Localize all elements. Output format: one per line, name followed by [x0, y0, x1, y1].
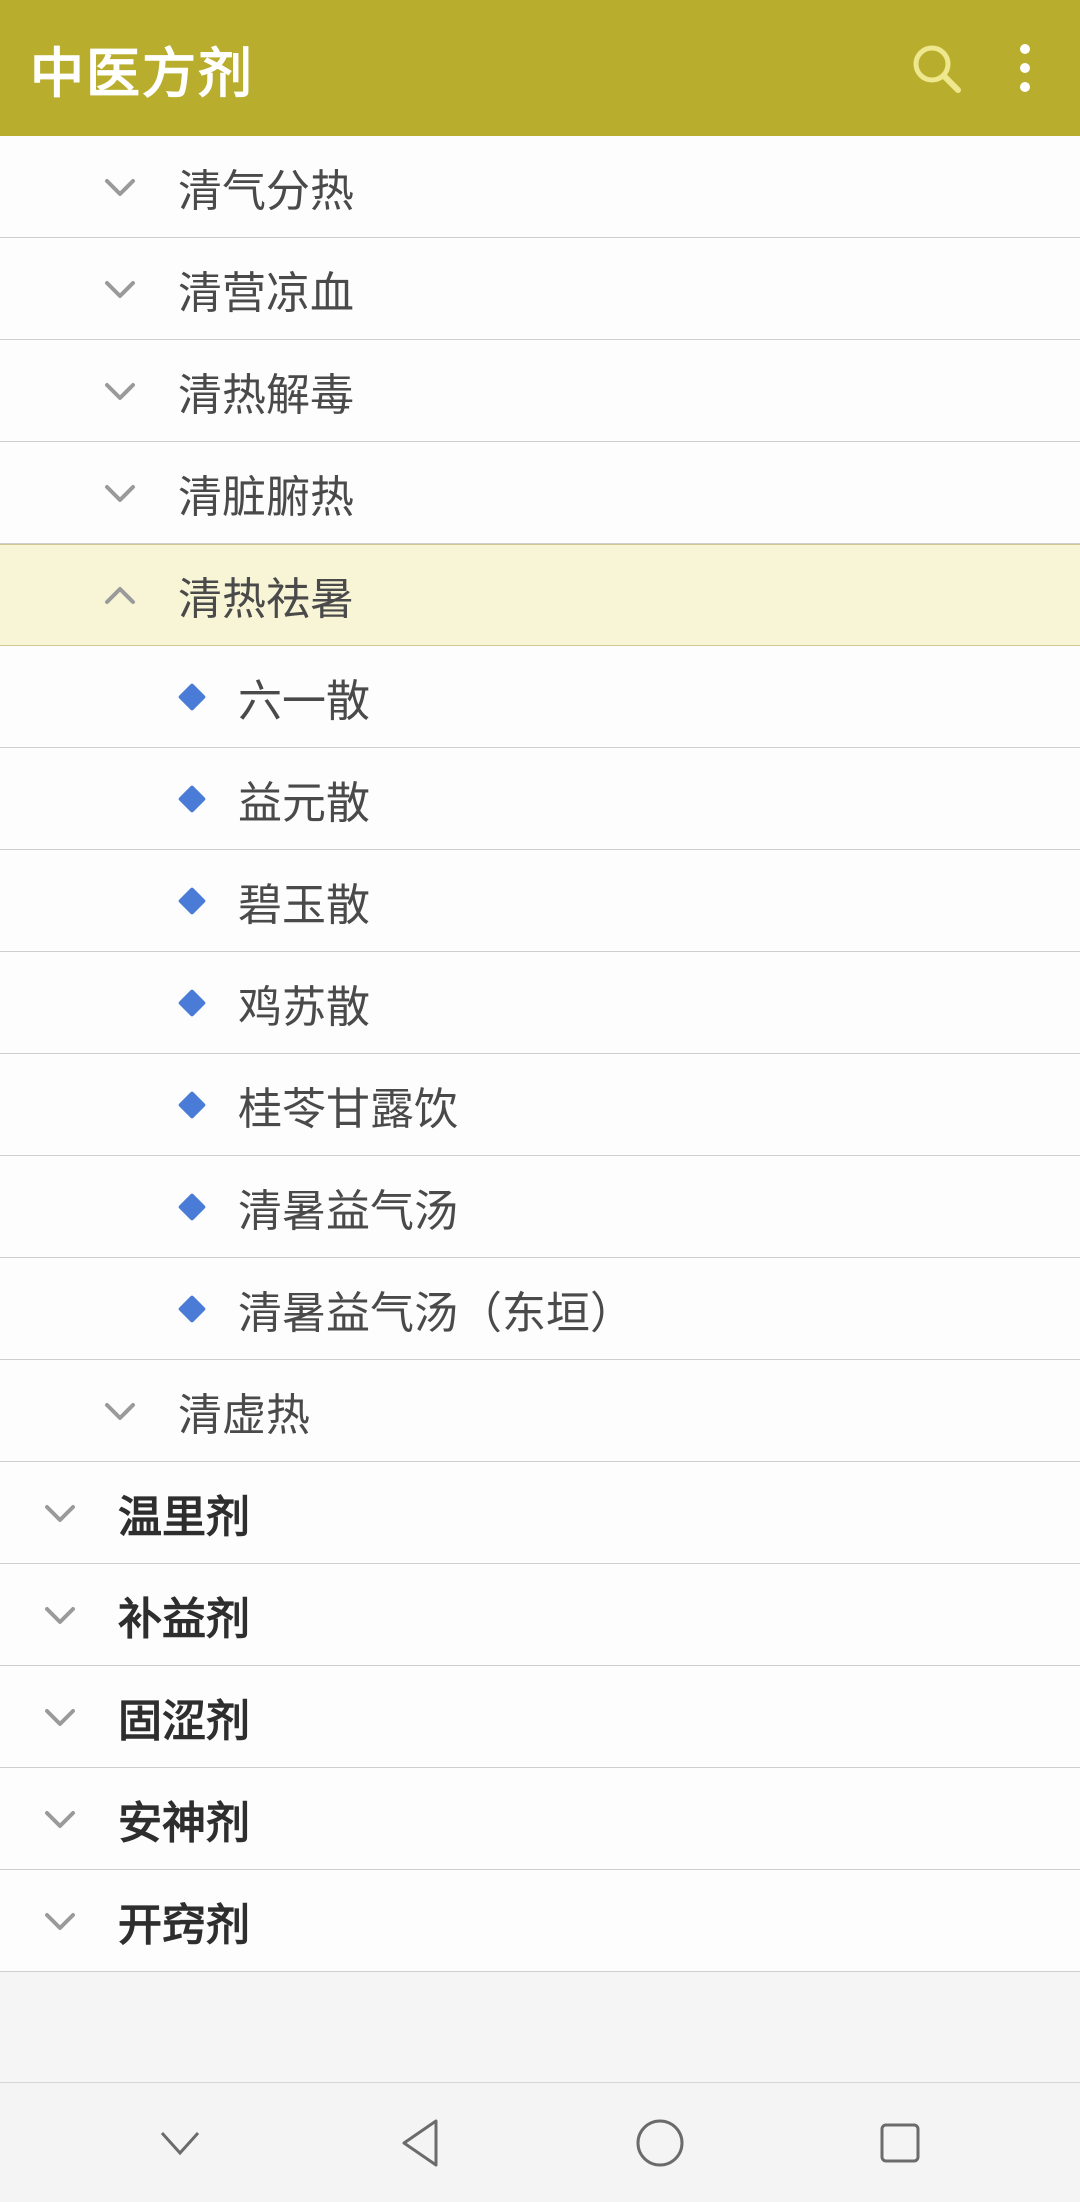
subcategory-label: 清热祛暑 — [178, 563, 354, 627]
category-row[interactable]: 补益剂 — [0, 1564, 1080, 1666]
chevron-down-icon — [90, 374, 150, 408]
subcategory-label: 清虚热 — [178, 1379, 310, 1443]
formula-label: 碧玉散 — [238, 869, 370, 933]
appbar-actions — [908, 40, 1050, 96]
diamond-icon — [170, 687, 214, 707]
diamond-icon — [170, 1299, 214, 1319]
nav-home-button[interactable] — [627, 2110, 693, 2176]
subcategory-label: 清气分热 — [178, 155, 354, 219]
category-label: 补益剂 — [118, 1583, 250, 1647]
category-row[interactable]: 开窍剂 — [0, 1870, 1080, 1972]
category-label: 温里剂 — [118, 1481, 250, 1545]
formula-row[interactable]: 碧玉散 — [0, 850, 1080, 952]
chevron-down-icon — [90, 170, 150, 204]
formula-row[interactable]: 清暑益气汤 — [0, 1156, 1080, 1258]
category-label: 固涩剂 — [118, 1685, 250, 1749]
chevron-down-icon — [30, 1496, 90, 1530]
formula-row[interactable]: 六一散 — [0, 646, 1080, 748]
chevron-down-icon — [90, 272, 150, 306]
overflow-menu-icon[interactable] — [1018, 42, 1032, 94]
formula-label: 清暑益气汤 — [238, 1175, 458, 1239]
category-list: 清气分热 清营凉血 清热解毒 清脏腑热 清热祛暑 — [0, 136, 1080, 1972]
nav-collapse-button[interactable] — [147, 2110, 213, 2176]
subcategory-row[interactable]: 清脏腑热 — [0, 442, 1080, 544]
formula-label: 六一散 — [238, 665, 370, 729]
nav-back-button[interactable] — [387, 2110, 453, 2176]
chevron-down-icon — [30, 1904, 90, 1938]
formula-label: 益元散 — [238, 767, 370, 831]
diamond-icon — [170, 1095, 214, 1115]
formula-label: 鸡苏散 — [238, 971, 370, 1035]
subcategory-row[interactable]: 清气分热 — [0, 136, 1080, 238]
subcategory-label: 清热解毒 — [178, 359, 354, 423]
app-title: 中医方剂 — [30, 29, 254, 108]
chevron-down-icon — [30, 1802, 90, 1836]
formula-row[interactable]: 益元散 — [0, 748, 1080, 850]
category-label: 开窍剂 — [118, 1889, 250, 1953]
diamond-icon — [170, 891, 214, 911]
app-bar: 中医方剂 — [0, 0, 1080, 136]
subcategory-row[interactable]: 清营凉血 — [0, 238, 1080, 340]
formula-row[interactable]: 鸡苏散 — [0, 952, 1080, 1054]
system-nav-bar — [0, 2082, 1080, 2202]
search-icon[interactable] — [908, 40, 964, 96]
diamond-icon — [170, 1197, 214, 1217]
chevron-down-icon — [90, 1394, 150, 1428]
category-row[interactable]: 安神剂 — [0, 1768, 1080, 1870]
formula-row[interactable]: 清暑益气汤（东垣） — [0, 1258, 1080, 1360]
formula-label: 清暑益气汤（东垣） — [238, 1277, 634, 1341]
subcategory-label: 清脏腑热 — [178, 461, 354, 525]
category-row[interactable]: 固涩剂 — [0, 1666, 1080, 1768]
subcategory-row[interactable]: 清热解毒 — [0, 340, 1080, 442]
chevron-down-icon — [90, 476, 150, 510]
chevron-down-icon — [30, 1598, 90, 1632]
nav-recent-button[interactable] — [867, 2110, 933, 2176]
chevron-down-icon — [30, 1700, 90, 1734]
subcategory-label: 清营凉血 — [178, 257, 354, 321]
category-label: 安神剂 — [118, 1787, 250, 1851]
diamond-icon — [170, 993, 214, 1013]
formula-label: 桂苓甘露饮 — [238, 1073, 458, 1137]
chevron-up-icon — [90, 578, 150, 612]
diamond-icon — [170, 789, 214, 809]
category-row[interactable]: 温里剂 — [0, 1462, 1080, 1564]
subcategory-row-expanded[interactable]: 清热祛暑 — [0, 544, 1080, 646]
formula-row[interactable]: 桂苓甘露饮 — [0, 1054, 1080, 1156]
subcategory-row[interactable]: 清虚热 — [0, 1360, 1080, 1462]
